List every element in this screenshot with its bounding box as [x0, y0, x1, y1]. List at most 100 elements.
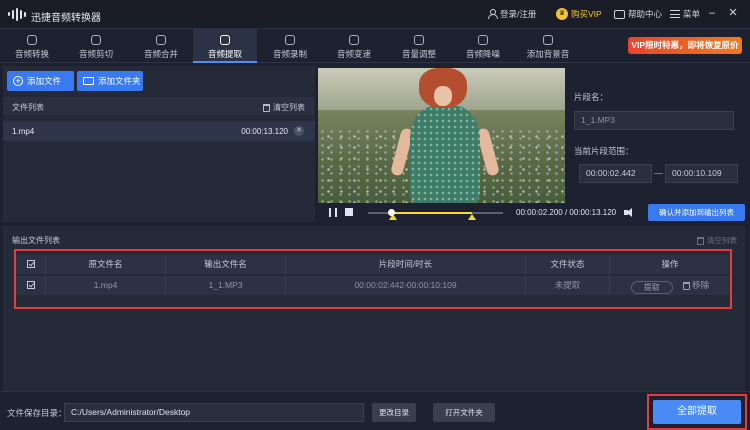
tab-audio-convert[interactable]: 音频转换 — [0, 29, 64, 63]
time-separator: / — [564, 208, 568, 217]
app-title: 迅捷音频转换器 — [31, 13, 101, 24]
tab-audio-record[interactable]: 音频录制 — [258, 29, 322, 63]
clip-start-input[interactable]: 00:00:02.442 — [579, 164, 652, 183]
add-folder-label: 添加文件夹 — [98, 76, 141, 86]
minimize-button[interactable]: – — [705, 6, 719, 20]
add-file-button[interactable]: + 添加文件 — [7, 71, 74, 91]
file-list-panel: + 添加文件 添加文件夹 文件列表 清空列表 1.mp4 00:00:13.12… — [3, 66, 315, 222]
change-dir-button[interactable]: 更改目录 — [372, 403, 416, 422]
file-name: 1.mp4 — [12, 127, 35, 136]
stop-icon[interactable] — [345, 208, 353, 216]
clip-settings: 片段名： 1_1.MP3 当前片段范围： 00:00:02.442 00:00:… — [565, 68, 745, 203]
remove-label: 移除 — [692, 280, 710, 290]
select-all-checkbox[interactable] — [16, 255, 46, 274]
save-dir-input[interactable]: C:/Users/Administrator/Desktop — [64, 403, 364, 422]
user-icon — [487, 9, 498, 19]
scissors-icon — [91, 35, 101, 45]
tab-volume-adjust[interactable]: 音量调整 — [387, 29, 451, 63]
tab-audio-denoise[interactable]: 音频降噪 — [451, 29, 515, 63]
tab-label: 音频变速 — [336, 49, 371, 59]
row-output: 1_1.MP3 — [166, 276, 286, 295]
vip-crown-icon: ♛ — [556, 8, 568, 20]
vip-promo-banner[interactable]: VIP限时特惠，即将恢复原价 — [628, 37, 742, 54]
bottom-bar: 文件保存目录： C:/Users/Administrator/Desktop 更… — [0, 391, 750, 430]
mic-icon — [285, 35, 295, 45]
confirm-add-button[interactable]: 确认并添加到输出列表 — [648, 204, 745, 221]
output-list-title: 输出文件列表 — [12, 236, 60, 245]
help-center-link[interactable]: 帮助中心 — [614, 8, 662, 20]
plus-icon: + — [13, 76, 23, 86]
tab-label: 音频合并 — [143, 49, 178, 59]
app-logo-icon — [8, 7, 26, 21]
remove-button[interactable]: 移除 — [683, 276, 709, 295]
tab-audio-extract[interactable]: 音频提取 — [193, 29, 257, 63]
col-span: 片段时间/时长 — [286, 255, 526, 274]
tab-label: 添加背景音 — [526, 49, 570, 59]
file-list-title: 文件列表 — [12, 103, 44, 112]
tab-label: 音频转换 — [14, 49, 49, 59]
tab-audio-speed[interactable]: 音频变速 — [322, 29, 386, 63]
trash-icon — [697, 236, 704, 245]
clear-list-label: 清空列表 — [273, 103, 305, 112]
col-status: 文件状态 — [526, 255, 610, 274]
pause-icon[interactable] — [329, 208, 337, 217]
playhead-knob[interactable] — [387, 209, 395, 216]
selection-end-handle[interactable] — [467, 214, 476, 220]
tab-add-bgm[interactable]: 添加背景音 — [516, 29, 580, 63]
output-clear-button[interactable]: 清空列表 — [697, 235, 737, 246]
extract-icon — [220, 35, 230, 45]
video-face — [434, 86, 452, 106]
row-checkbox[interactable] — [16, 276, 46, 295]
output-table: 原文件名 输出文件名 片段时间/时长 文件状态 操作 1.mp4 1_1.MP3… — [14, 249, 732, 309]
volume-icon[interactable] — [624, 208, 634, 217]
video-dress — [410, 106, 480, 203]
file-list-header: 文件列表 清空列表 — [3, 97, 315, 115]
output-panel: 输出文件列表 清空列表 原文件名 输出文件名 片段时间/时长 文件状态 操作 1… — [3, 226, 745, 391]
row-span: 00:00:02:442-00:00:10:109 — [286, 276, 526, 295]
close-button[interactable]: ✕ — [726, 6, 740, 20]
checkbox-icon — [26, 281, 35, 289]
add-folder-button[interactable]: 添加文件夹 — [77, 71, 143, 91]
message-icon — [614, 9, 625, 19]
volume-icon — [414, 35, 424, 45]
clip-name-label: 片段名： — [574, 92, 609, 102]
remove-file-icon[interactable]: ✕ — [294, 126, 304, 136]
clear-list-button[interactable]: 清空列表 — [263, 102, 305, 113]
feature-tabs: 音频转换 音频剪切 音频合并 音频提取 音频录制 音频变速 音量调整 音频降噪 … — [0, 29, 750, 63]
clip-name-input[interactable]: 1_1.MP3 — [574, 111, 734, 130]
col-output: 输出文件名 — [166, 255, 286, 274]
range-dash — [654, 173, 663, 174]
extract-all-highlight: 全部提取 — [647, 394, 747, 430]
folder-icon — [83, 77, 94, 85]
tab-label: 音频剪切 — [78, 49, 113, 59]
timeline-slider[interactable] — [368, 209, 503, 220]
current-time: 00:00:02.200 — [516, 208, 563, 217]
output-clear-label: 清空列表 — [707, 236, 737, 245]
tab-label: 音频录制 — [272, 49, 307, 59]
menu-button[interactable]: 菜单 — [670, 8, 700, 20]
buy-vip-link[interactable]: ♛ 购买VIP — [556, 8, 602, 20]
speed-icon — [349, 35, 359, 45]
open-folder-button[interactable]: 打开文件夹 — [433, 403, 495, 422]
checkbox-icon — [26, 260, 35, 268]
tab-audio-cut[interactable]: 音频剪切 — [64, 29, 128, 63]
extract-button[interactable]: 提取 — [630, 280, 673, 294]
music-icon — [543, 35, 553, 45]
trash-icon — [263, 103, 270, 112]
timeline-selection — [393, 212, 472, 214]
tab-label: 音频提取 — [207, 49, 242, 59]
clip-end-input[interactable]: 00:00:10.109 — [665, 164, 738, 183]
video-preview[interactable] — [318, 68, 565, 203]
menu-label: 菜单 — [683, 9, 701, 19]
clip-range-label: 当前片段范围： — [574, 146, 634, 156]
convert-icon — [27, 35, 37, 45]
table-header: 原文件名 输出文件名 片段时间/时长 文件状态 操作 — [16, 255, 730, 274]
tab-label: 音频降噪 — [465, 49, 500, 59]
help-center-label: 帮助中心 — [628, 9, 663, 19]
tab-audio-merge[interactable]: 音频合并 — [129, 29, 193, 63]
login-link[interactable]: 登录/注册 — [487, 8, 536, 20]
tab-label: 音量调整 — [401, 49, 436, 59]
list-item[interactable]: 1.mp4 00:00:13.120 ✕ — [3, 121, 315, 141]
extract-all-button[interactable]: 全部提取 — [653, 400, 741, 424]
file-duration: 00:00:13.120 — [241, 127, 288, 136]
